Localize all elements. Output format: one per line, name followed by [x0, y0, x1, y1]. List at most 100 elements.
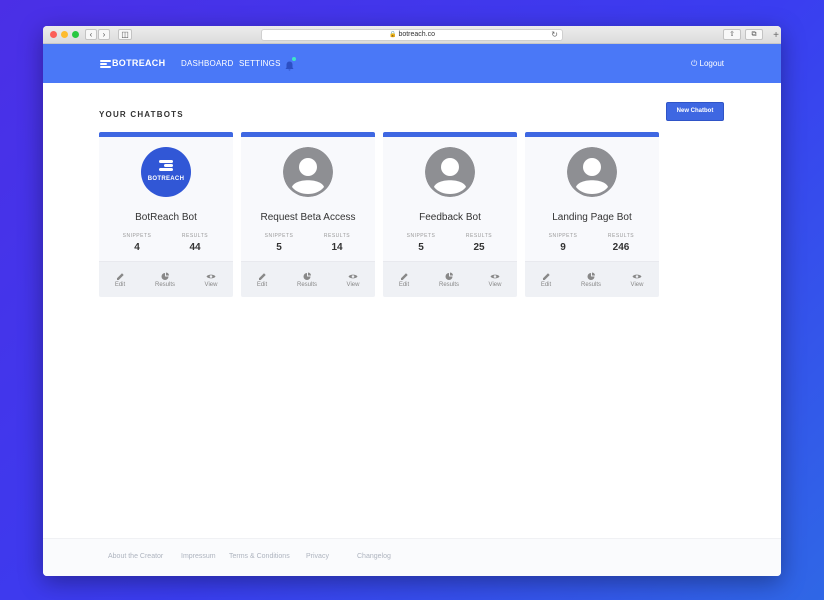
- edit-button[interactable]: Edit: [100, 272, 140, 288]
- edit-label: Edit: [256, 282, 268, 288]
- snippets-label: SNIPPETS: [122, 233, 152, 239]
- bell-icon[interactable]: [285, 57, 296, 71]
- card-actions: Edit Results View: [99, 261, 233, 297]
- nav-settings-link[interactable]: SETTINGS: [239, 59, 281, 68]
- card-actions: Edit Results View: [241, 261, 375, 297]
- view-label: View: [488, 282, 502, 288]
- nav-dashboard-link[interactable]: DASHBOARD: [181, 59, 233, 68]
- pencil-icon: [258, 273, 266, 280]
- edit-label: Edit: [114, 282, 126, 288]
- tabs-overview-button[interactable]: ⧉: [745, 29, 763, 40]
- brand-glyph-icon: [159, 159, 173, 172]
- results-button[interactable]: Results: [145, 272, 185, 288]
- footer-link-impressum[interactable]: Impressum: [181, 553, 216, 560]
- eye-icon: [490, 274, 500, 279]
- new-chatbot-button[interactable]: New Chatbot: [666, 102, 724, 121]
- snippets-count: 4: [134, 242, 140, 253]
- pie-chart-icon: [445, 272, 453, 280]
- eye-icon: [348, 274, 358, 279]
- view-button[interactable]: View: [333, 272, 373, 288]
- new-tab-button[interactable]: +: [773, 31, 779, 41]
- edit-button[interactable]: Edit: [526, 272, 566, 288]
- user-avatar-icon: [425, 147, 475, 197]
- results-button[interactable]: Results: [571, 272, 611, 288]
- browser-toolbar: ‹ › ◫ 🔒 botreach.co ↻ ⇧ ⧉ +: [43, 26, 781, 44]
- edit-label: Edit: [540, 282, 552, 288]
- app-navbar: BOTREACH DASHBOARD SETTINGS ⏻ Logout: [43, 44, 781, 83]
- results-count: 14: [331, 242, 343, 253]
- results-label: RESULTS: [607, 233, 635, 239]
- chatbot-card: BOTREACH BotReach Bot SNIPPETS 4 RESULTS…: [99, 132, 233, 297]
- page-title: YOUR CHATBOTS: [99, 110, 184, 119]
- results-label: RESULTS: [465, 233, 493, 239]
- browser-window: ‹ › ◫ 🔒 botreach.co ↻ ⇧ ⧉ + BOTREACH DASH…: [43, 26, 781, 576]
- edit-label: Edit: [398, 282, 410, 288]
- address-url: botreach.co: [398, 31, 436, 38]
- chevron-right-icon: ›: [102, 30, 106, 39]
- results-button[interactable]: Results: [429, 272, 469, 288]
- sidebar-toggle-button[interactable]: ◫: [118, 29, 132, 40]
- results-action-label: Results: [438, 282, 459, 288]
- user-avatar-icon: [567, 147, 617, 197]
- forward-button[interactable]: ›: [98, 29, 110, 40]
- view-button[interactable]: View: [191, 272, 231, 288]
- view-label: View: [630, 282, 644, 288]
- back-button[interactable]: ‹: [85, 29, 97, 40]
- chatbot-avatar: BOTREACH: [141, 147, 191, 197]
- reload-icon[interactable]: ↻: [551, 30, 558, 40]
- lock-icon: 🔒: [388, 32, 397, 38]
- snippets-count: 5: [276, 242, 282, 253]
- chatbot-card: Feedback Bot SNIPPETS 5 RESULTS 25 Edit …: [383, 132, 517, 297]
- edit-button[interactable]: Edit: [242, 272, 282, 288]
- brand-glyph-icon: [100, 59, 111, 69]
- results-label: RESULTS: [181, 233, 209, 239]
- chatbot-card: Request Beta Access SNIPPETS 5 RESULTS 1…: [241, 132, 375, 297]
- avatar-brand-text: BOTREACH: [147, 176, 185, 182]
- card-actions: Edit Results View: [525, 261, 659, 297]
- minimize-window-button[interactable]: [61, 31, 68, 38]
- zoom-window-button[interactable]: [72, 31, 79, 38]
- share-icon: ⇧: [729, 31, 735, 38]
- logout-button[interactable]: ⏻ Logout: [691, 59, 724, 69]
- footer-link-changelog[interactable]: Changelog: [357, 553, 391, 560]
- view-button[interactable]: View: [617, 272, 657, 288]
- snippets-count: 9: [560, 242, 566, 253]
- brand-logo[interactable]: BOTREACH: [100, 58, 165, 69]
- card-actions: Edit Results View: [383, 261, 517, 297]
- pencil-icon: [400, 273, 408, 280]
- results-action-label: Results: [580, 282, 601, 288]
- logout-label: Logout: [699, 59, 724, 68]
- user-avatar-icon: [283, 147, 333, 197]
- view-label: View: [204, 282, 218, 288]
- chatbot-name: BotReach Bot: [135, 212, 197, 223]
- view-label: View: [346, 282, 360, 288]
- address-bar[interactable]: 🔒 botreach.co ↻: [261, 29, 563, 41]
- chatbot-name: Request Beta Access: [260, 212, 356, 223]
- results-action-label: Results: [296, 282, 317, 288]
- results-count: 44: [189, 242, 201, 253]
- footer-link-terms[interactable]: Terms & Conditions: [229, 553, 290, 560]
- tabs-icon: ⧉: [751, 31, 757, 38]
- eye-icon: [632, 274, 642, 279]
- footer-link-about[interactable]: About the Creator: [108, 553, 163, 560]
- share-button[interactable]: ⇧: [723, 29, 741, 40]
- pie-chart-icon: [161, 272, 169, 280]
- close-window-button[interactable]: [50, 31, 57, 38]
- brand-name: BOTREACH: [112, 58, 166, 68]
- notification-dot: [292, 57, 296, 61]
- results-count: 25: [473, 242, 485, 253]
- edit-button[interactable]: Edit: [384, 272, 424, 288]
- footer-link-privacy[interactable]: Privacy: [306, 553, 329, 560]
- page-footer: About the Creator Impressum Terms & Cond…: [43, 538, 781, 576]
- pie-chart-icon: [587, 272, 595, 280]
- results-button[interactable]: Results: [287, 272, 327, 288]
- power-icon: ⏻: [690, 59, 698, 68]
- results-label: RESULTS: [323, 233, 351, 239]
- chevron-left-icon: ‹: [89, 30, 93, 39]
- pencil-icon: [116, 273, 124, 280]
- pie-chart-icon: [303, 272, 311, 280]
- snippets-count: 5: [418, 242, 424, 253]
- view-button[interactable]: View: [475, 272, 515, 288]
- pencil-icon: [542, 273, 550, 280]
- snippets-label: SNIPPETS: [264, 233, 294, 239]
